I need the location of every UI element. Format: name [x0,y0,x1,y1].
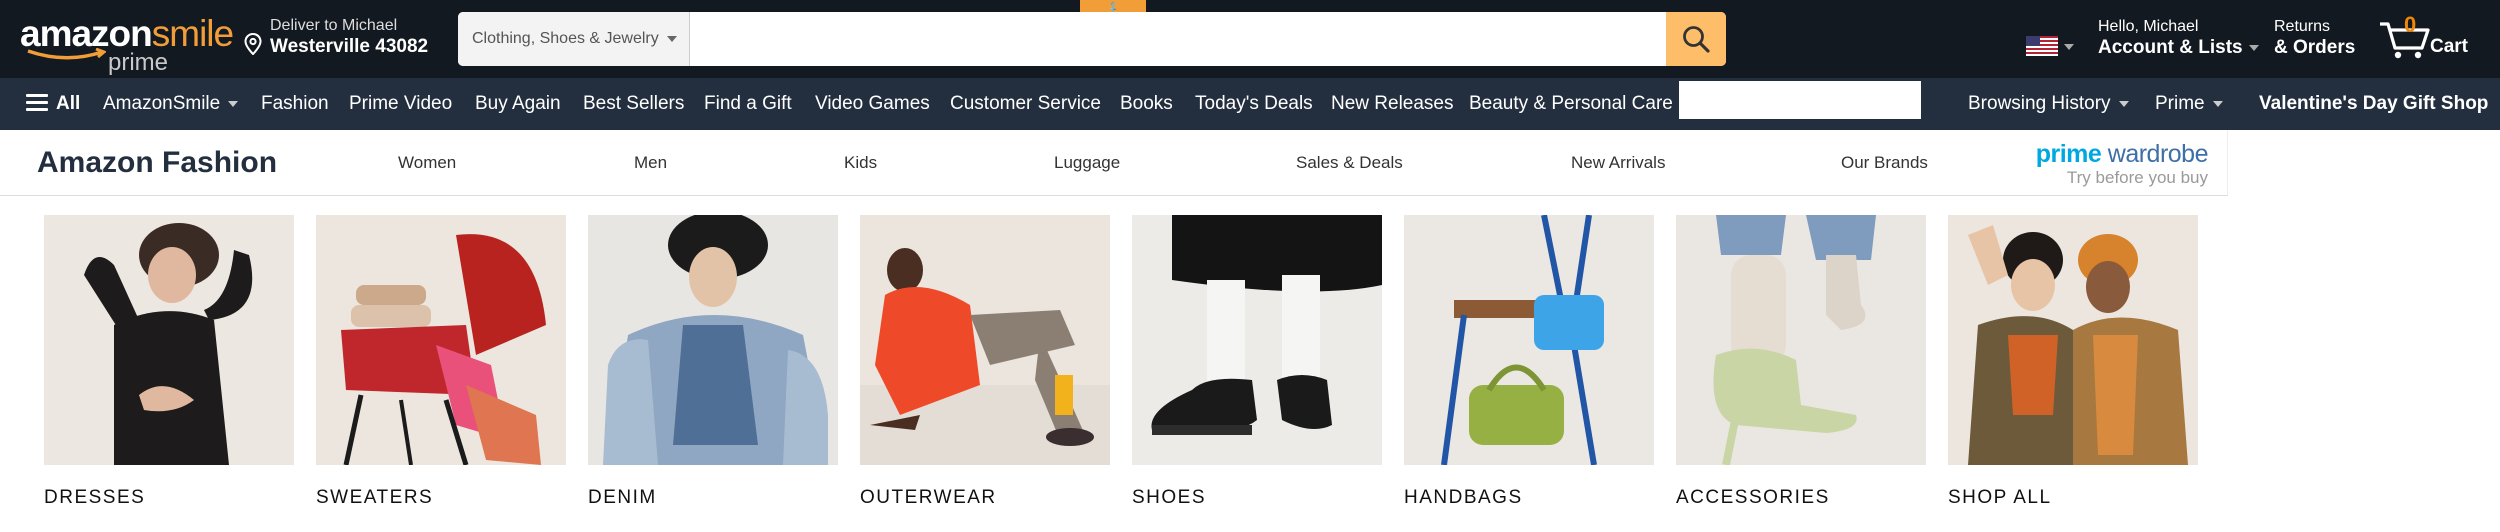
prime-wardrobe-tagline: Try before you buy [2066,168,2208,187]
fashion-link-women[interactable]: Women [398,153,456,173]
nav-item-new-releases[interactable]: New Releases [1331,78,1454,130]
nav-item-find-a-gift[interactable]: Find a Gift [704,78,792,130]
us-flag-icon[interactable] [2026,36,2058,56]
category-label-handbags: HANDBAGS [1404,487,1523,508]
prime-wardrobe-logo[interactable]: prime wardrobe Try before you buy [2028,140,2209,187]
search-button[interactable] [1666,12,1726,66]
prime-wardrobe-prime: prime [2035,140,2102,168]
deliver-to-label: Deliver to Michael [270,17,398,34]
denim-image [588,215,838,465]
nav-item-buy-again[interactable]: Buy Again [475,78,561,130]
cart-button[interactable]: 0 Cart [2378,12,2478,64]
nav-all[interactable]: All [56,78,80,130]
nav-item-customer-service[interactable]: Customer Service [950,78,1101,130]
fashion-link-luggage[interactable]: Luggage [1054,153,1120,173]
nav-item-video-games[interactable]: Video Games [815,78,930,130]
category-label-shop-all: SHOP ALL [1948,487,2052,508]
shoes-image [1132,215,1382,465]
amazon-smile-logo[interactable]: amazonsmile prime [20,14,234,76]
accessories-image [1676,215,1926,465]
returns-orders[interactable]: Returns & Orders [2274,17,2355,60]
chevron-down-icon [2248,44,2259,51]
nav-promo-slot[interactable] [1679,81,1921,119]
cart-label: Cart [2430,36,2469,57]
outerwear-image [860,215,1110,465]
nav-item-todays-deals[interactable]: Today's Deals [1195,78,1313,130]
fashion-link-kids[interactable]: Kids [844,153,877,173]
returns-label: Returns [2274,18,2331,35]
category-label-sweaters: SWEATERS [316,487,434,508]
nav-browsing-history[interactable]: Browsing History [1968,78,2129,130]
search-icon [1683,26,1710,53]
chevron-down-icon [2064,44,2074,50]
prime-wardrobe-word: wardrobe [2107,140,2209,168]
fashion-link-sales-deals[interactable]: Sales & Deals [1296,153,1403,173]
search-input[interactable] [690,12,1624,66]
search-category-dropdown[interactable]: Clothing, Shoes & Jewelry [458,12,690,66]
chevron-down-icon [666,35,677,42]
account-menu[interactable]: Hello, Michael Account & Lists [2098,17,2259,60]
category-label-accessories: ACCESSORIES [1676,487,1830,508]
dresses-image [44,215,294,465]
nav-valentines-gift-shop[interactable]: Valentine's Day Gift Shop [2259,78,2488,130]
logo-smile-text: smile [151,13,234,54]
nav-prime[interactable]: Prime [2155,78,2223,130]
nav-item-amazonsmile[interactable]: AmazonSmile [103,78,238,130]
fashion-subnav: Amazon Fashion Women Men Kids Luggage Sa… [0,130,2228,196]
deliver-location: Westerville 43082 [270,36,429,57]
fashion-link-our-brands[interactable]: Our Brands [1841,153,1928,173]
nav-item-beauty[interactable]: Beauty & Personal Care [1469,78,1673,130]
main-nav: All AmazonSmile Fashion Prime Video Buy … [0,78,2500,130]
nav-item-fashion[interactable]: Fashion [261,78,329,130]
orders-label: & Orders [2274,37,2356,58]
nav-item-prime-video[interactable]: Prime Video [349,78,452,130]
category-label-outerwear: OUTERWEAR [860,487,997,508]
location-pin-icon [244,33,262,55]
hamburger-menu-icon[interactable] [26,94,48,112]
handbags-image [1404,215,1654,465]
fashion-link-men[interactable]: Men [634,153,667,173]
sweaters-image [316,215,566,465]
shop-all-image [1948,215,2198,465]
category-label-dresses: DRESSES [44,487,146,508]
category-label-denim: DENIM [588,487,657,508]
search-category-label: Clothing, Shoes & Jewelry [472,30,659,47]
account-greeting: Hello, Michael [2098,18,2199,35]
search-bar: Clothing, Shoes & Jewelry [458,12,1726,66]
smile-arrow-icon [27,48,106,60]
nav-item-books[interactable]: Books [1120,78,1173,130]
header-bar: amazonsmile prime ⚓ Deliver to Michael W… [0,0,2500,78]
fashion-title[interactable]: Amazon Fashion [37,146,277,180]
fashion-link-new-arrivals[interactable]: New Arrivals [1571,153,1665,173]
logo-prime-text: prime [108,49,169,76]
nav-item-best-sellers[interactable]: Best Sellers [583,78,684,130]
category-label-shoes: SHOES [1132,487,1207,508]
account-lists-label: Account & Lists [2098,37,2243,58]
cart-count: 0 [2404,12,2417,37]
